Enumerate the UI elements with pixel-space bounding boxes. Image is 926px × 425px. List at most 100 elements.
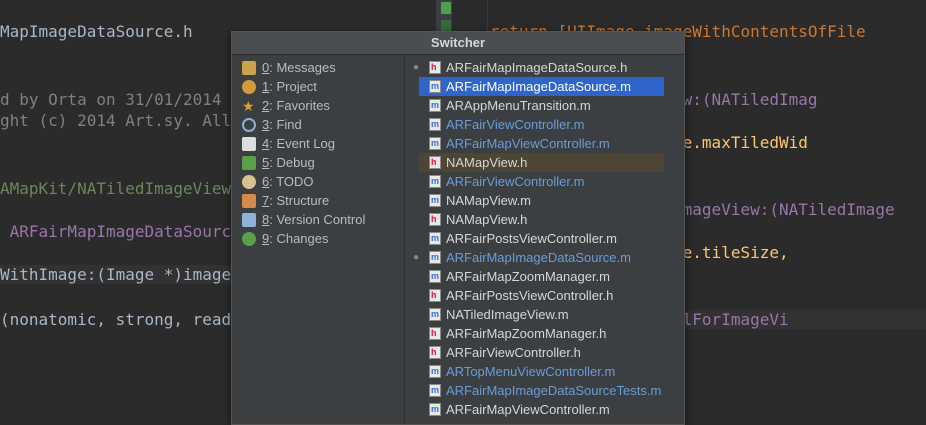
tool-window-todo[interactable]: 6: TODO: [242, 172, 314, 191]
file-name: NAMapView.h: [446, 155, 528, 170]
file-item-highlighted[interactable]: h NAMapView.h: [419, 153, 664, 172]
file-item[interactable]: m ARFairPostsViewController.m: [429, 229, 623, 248]
file-item[interactable]: h ARFairViewController.h: [429, 343, 587, 362]
file-item[interactable]: m ARFairMapViewController.m: [429, 400, 616, 419]
structure-icon: [242, 193, 256, 208]
file-name: ARAppMenuTransition.m: [446, 98, 591, 113]
file-name: ARFairMapImageDataSource.m: [446, 250, 631, 265]
bullet-icon: ●: [413, 62, 420, 73]
tool-window-label: : Structure: [269, 193, 330, 208]
file-item[interactable]: h ARFairMapZoomManager.h: [429, 324, 612, 343]
file-item[interactable]: m ARFairViewController.m: [429, 115, 590, 134]
tool-window-number: 0: [262, 60, 270, 75]
file-item[interactable]: m ARTopMenuViewController.m: [429, 362, 621, 381]
tool-window-changes[interactable]: 9: Changes: [242, 229, 329, 248]
file-item[interactable]: h NAMapView.h: [429, 210, 533, 229]
implementation-file-icon: m: [429, 99, 441, 112]
implementation-file-icon: m: [429, 270, 441, 283]
tool-window-label: : Event Log: [269, 136, 336, 151]
tool-window-number: 6: [262, 174, 270, 189]
tool-window-number: 4: [262, 136, 270, 151]
file-item[interactable]: h ARFairPostsViewController.h: [429, 286, 619, 305]
implementation-file-icon: m: [429, 175, 441, 188]
file-name: ARFairMapZoomManager.m: [446, 269, 610, 284]
implementation-file-icon: m: [429, 403, 441, 416]
implementation-file-icon: m: [429, 137, 441, 150]
file-item[interactable]: m ARFairViewController.m: [429, 172, 590, 191]
file-name: NAMapView.m: [446, 193, 532, 208]
tool-window-messages[interactable]: 0: Messages: [242, 58, 336, 77]
tool-window-number: 5: [262, 155, 270, 170]
tool-window-structure[interactable]: 7: Structure: [242, 191, 329, 210]
file-name: NAMapView.h: [446, 212, 528, 227]
bullet-icon: ●: [413, 252, 420, 263]
header-file-icon: h: [429, 327, 441, 340]
tool-window-label: : Project: [269, 79, 317, 94]
tool-window-label: : Changes: [269, 231, 329, 246]
tool-window-number: 7: [262, 193, 270, 208]
messages-icon: [242, 60, 256, 75]
tool-window-number: 1: [262, 79, 270, 94]
file-name: ARFairMapZoomManager.h: [446, 326, 607, 341]
tool-window-label: : Version Control: [269, 212, 366, 227]
tool-window-number: 9: [262, 231, 270, 246]
code-line-class: ARFairMapImageDataSource: [0, 222, 241, 241]
debug-icon: [242, 155, 256, 170]
implementation-file-icon: m: [429, 308, 441, 321]
implementation-file-icon: m: [429, 365, 441, 378]
tool-window-label: : Debug: [269, 155, 315, 170]
header-file-icon: h: [429, 61, 441, 74]
tool-window-find[interactable]: 3: Find: [242, 115, 302, 134]
implementation-file-icon: m: [429, 80, 441, 93]
tool-window-project[interactable]: 1: Project: [242, 77, 317, 96]
tool-window-favorites[interactable]: ★ 2: Favorites: [242, 96, 330, 115]
file-name: ARFairMapViewController.m: [446, 402, 610, 417]
file-name: ARFairMapImageDataSourceTests.m: [446, 383, 662, 398]
file-name: ARFairViewController.m: [446, 117, 585, 132]
file-item-selected[interactable]: m ARFairMapImageDataSource.m: [419, 77, 664, 96]
header-file-icon: h: [429, 213, 441, 226]
implementation-file-icon: m: [429, 118, 441, 131]
version-control-icon: [242, 212, 256, 227]
code-line-import: AMapKit/NATiledImageView: [0, 179, 232, 198]
tool-window-number: 3: [262, 117, 270, 132]
find-icon: [242, 117, 256, 132]
file-item[interactable]: ● h ARFairMapImageDataSource.h: [413, 58, 633, 77]
tool-window-number: 2: [262, 98, 270, 113]
file-item[interactable]: m ARFairMapViewController.m: [429, 134, 616, 153]
header-file-icon: h: [429, 346, 441, 359]
file-name: ARTopMenuViewController.m: [446, 364, 616, 379]
file-name: ARFairViewController.m: [446, 174, 585, 189]
file-name: ARFairViewController.h: [446, 345, 581, 360]
tool-window-version-control[interactable]: 8: Version Control: [242, 210, 365, 229]
tool-window-label: : Messages: [269, 60, 336, 75]
tool-window-label: : Find: [269, 117, 302, 132]
file-item[interactable]: ● m ARFairMapImageDataSource.m: [413, 248, 637, 267]
file-item[interactable]: m ARFairMapImageDataSourceTests.m: [429, 381, 667, 400]
implementation-file-icon: m: [429, 232, 441, 245]
header-file-icon: h: [429, 156, 441, 169]
code-line-filename: MapImageDataSource.h: [0, 22, 193, 41]
tool-window-event-log[interactable]: 4: Event Log: [242, 134, 335, 153]
file-item[interactable]: m NATiledImageView.m: [429, 305, 575, 324]
status-marker[interactable]: [441, 2, 451, 14]
file-item[interactable]: m NAMapView.m: [429, 191, 537, 210]
implementation-file-icon: m: [429, 251, 441, 264]
todo-icon: [242, 174, 256, 189]
implementation-file-icon: m: [429, 384, 441, 397]
file-item[interactable]: m ARFairMapZoomManager.m: [429, 267, 616, 286]
tool-window-label: : TODO: [269, 174, 314, 189]
file-name: ARFairPostsViewController.m: [446, 231, 617, 246]
tool-window-list: 0: Messages 1: Project ★ 2: Favorites 3:…: [232, 55, 404, 424]
implementation-file-icon: m: [429, 194, 441, 207]
file-name: ARFairMapImageDataSource.h: [446, 60, 628, 75]
recent-files-list: ● h ARFairMapImageDataSource.h m ARFairM…: [405, 55, 684, 424]
changes-icon: [242, 231, 256, 246]
event-log-icon: [242, 136, 256, 151]
tool-window-debug[interactable]: 5: Debug: [242, 153, 315, 172]
switcher-title: Switcher: [232, 32, 684, 55]
file-name: ARFairMapViewController.m: [446, 136, 610, 151]
project-icon: [242, 79, 256, 94]
switcher-popup[interactable]: Switcher 0: Messages 1: Project ★ 2: Fav…: [231, 31, 685, 425]
file-item[interactable]: m ARAppMenuTransition.m: [429, 96, 597, 115]
